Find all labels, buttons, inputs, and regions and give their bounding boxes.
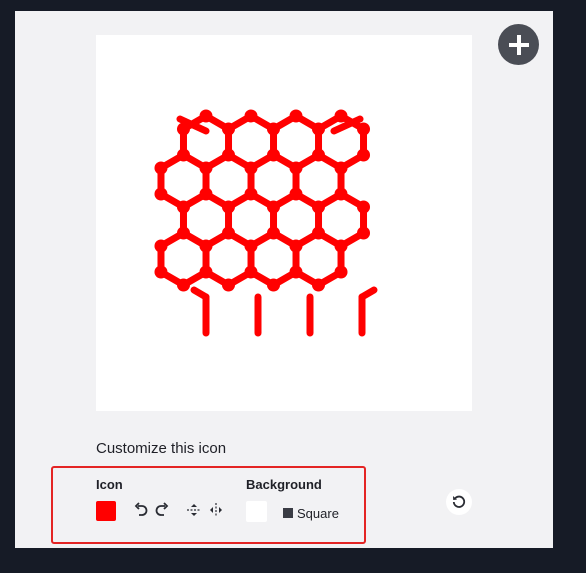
add-button[interactable] [498, 24, 539, 65]
lattice-atom [244, 187, 258, 201]
lattice-bond [358, 286, 378, 301]
reset-button[interactable] [446, 489, 472, 515]
lattice-atom [176, 122, 190, 136]
lattice-atom [267, 226, 280, 240]
lattice-atom [312, 226, 325, 240]
lattice-atom [357, 148, 371, 162]
icon-section-label: Icon [96, 477, 123, 492]
lattice-atom [334, 239, 348, 253]
rotate-left-icon [134, 502, 148, 516]
lattice-atom [222, 278, 235, 292]
lattice-atom [154, 265, 168, 279]
icon-editor-panel: Customize this icon Icon Background Squa… [15, 11, 553, 548]
lattice-atom [289, 265, 303, 279]
lattice-atom [221, 200, 235, 214]
lattice-atom [244, 239, 258, 253]
background-section-label: Background [246, 477, 322, 492]
plus-icon [508, 34, 529, 55]
lattice-atom [267, 278, 280, 292]
lattice-atom [154, 187, 168, 201]
lattice-atom [289, 239, 303, 253]
lattice-atom [176, 200, 190, 214]
flip-vertical-button[interactable] [185, 500, 203, 520]
lattice-bonds [157, 112, 378, 337]
lattice-atom [222, 148, 235, 162]
lattice-atom [357, 226, 371, 240]
lattice-atom [199, 265, 213, 279]
icon-color-swatch[interactable] [96, 501, 116, 521]
lattice-atom [312, 278, 325, 292]
lattice-atom [244, 109, 258, 123]
lattice-atom [312, 148, 325, 162]
flip-horizontal-button[interactable] [207, 500, 225, 520]
lattice-atom [334, 265, 348, 279]
lattice-atom [357, 200, 371, 214]
lattice-atom [266, 122, 280, 136]
customize-title: Customize this icon [96, 440, 227, 457]
lattice-atom [289, 109, 303, 123]
lattice-atom [177, 278, 190, 292]
icon-preview [96, 35, 472, 411]
rotate-right-button[interactable] [153, 500, 171, 520]
lattice-atom [177, 226, 190, 240]
lattice-atom [154, 239, 168, 253]
hexagon-lattice-icon [154, 109, 378, 337]
shape-toggle[interactable]: Square [283, 505, 339, 521]
lattice-atom [267, 148, 280, 162]
rotate-right-icon [155, 502, 169, 516]
lattice-atom [199, 109, 213, 123]
flip-horizontal-icon [210, 503, 222, 517]
background-color-swatch[interactable] [246, 501, 267, 522]
rotate-left-button[interactable] [132, 500, 150, 520]
lattice-atom [199, 239, 213, 253]
lattice-bond [190, 286, 210, 301]
lattice-atom [289, 187, 303, 201]
lattice-atom [311, 122, 325, 136]
lattice-atom [266, 200, 280, 214]
lattice-atom [154, 161, 168, 175]
lattice-atom [334, 109, 348, 123]
lattice-atom [177, 148, 190, 162]
lattice-atom [199, 187, 213, 201]
square-shape-icon [283, 508, 293, 518]
lattice-atom [244, 265, 258, 279]
lattice-atom [357, 122, 371, 136]
lattice-atom [222, 226, 235, 240]
lattice-atom [334, 187, 348, 201]
lattice-atom [199, 161, 213, 175]
flip-vertical-icon [187, 504, 201, 516]
lattice-atom [311, 200, 325, 214]
lattice-atom [221, 122, 235, 136]
lattice-atom [244, 161, 258, 175]
shape-label: Square [297, 505, 339, 521]
lattice-atom [334, 161, 348, 175]
lattice-atom [289, 161, 303, 175]
reset-icon [452, 495, 466, 508]
